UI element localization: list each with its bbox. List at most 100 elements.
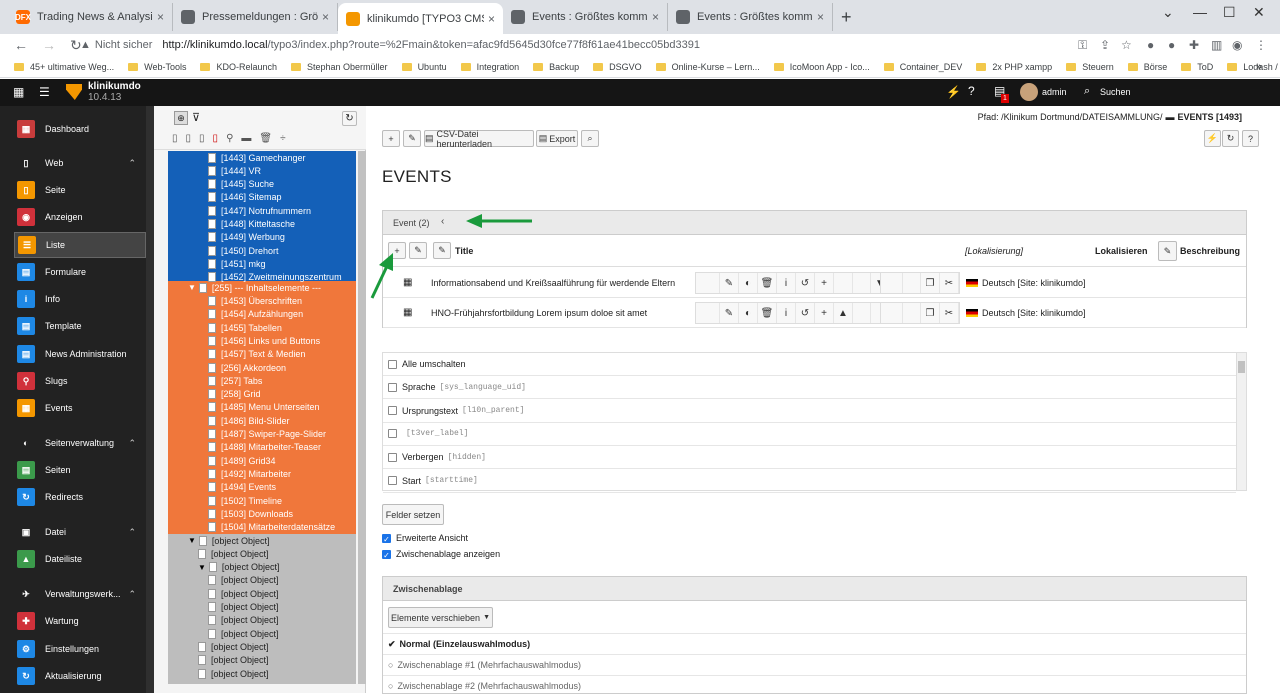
new-tab-icon[interactable]: +	[841, 7, 852, 28]
chevron-down-icon[interactable]: ⌄	[1162, 4, 1174, 21]
toggle-visibility-icon[interactable]: ◐	[739, 303, 758, 323]
module-news-administration[interactable]: ▤ News Administration	[0, 341, 154, 367]
expand-down-icon[interactable]: ▼	[188, 536, 196, 545]
reload-button[interactable]: ↻	[1222, 130, 1239, 147]
checkbox[interactable]	[388, 359, 397, 369]
tree-node[interactable]: [1487] Swiper-Page-Slider	[208, 428, 326, 441]
move-icon[interactable]	[834, 273, 853, 293]
tree-node[interactable]: [object Object]	[208, 587, 279, 600]
edit-description-icon[interactable]: ✎	[1158, 241, 1177, 261]
tree-node[interactable]: [1455] Tabellen	[208, 321, 282, 334]
module-datei[interactable]: ▣ Datei ⌃	[0, 519, 154, 545]
close-tab-icon[interactable]: ×	[817, 10, 824, 24]
row-title[interactable]: HNO-Frühjahrsfortbildung Lorem ipsum dol…	[431, 308, 647, 318]
move-icon[interactable]: ▲	[834, 303, 853, 323]
bookmark-item[interactable]: Container_DEV	[883, 62, 962, 72]
module-dashboard[interactable]: ▦ Dashboard	[0, 116, 154, 142]
checkbox[interactable]	[388, 429, 397, 439]
tree-node[interactable]: [1492] Mitarbeiter	[208, 467, 291, 480]
tree-node[interactable]: [1446] Sitemap	[208, 191, 282, 204]
bookmark-star-icon[interactable]: ☆	[1121, 38, 1132, 52]
expand-down-icon[interactable]: ▼	[188, 283, 196, 292]
module-seiten[interactable]: ▤ Seiten	[0, 457, 154, 483]
trash-icon[interactable]: 🗑	[758, 303, 777, 323]
checkbox-checked[interactable]: ✓	[382, 549, 391, 560]
menu-dots-icon[interactable]: ⋮	[1255, 38, 1267, 52]
checkbox[interactable]	[388, 476, 397, 485]
copy-icon[interactable]: ❐	[921, 303, 940, 323]
trash-icon[interactable]: 🗑	[758, 273, 777, 293]
module-redirects[interactable]: ↻ Redirects	[0, 484, 154, 510]
sidepanel-icon[interactable]: ▥	[1211, 38, 1222, 52]
tree-node[interactable]: [object Object]	[198, 640, 269, 653]
module-anzeigen[interactable]: ◉ Anzeigen	[0, 204, 154, 230]
tree-node[interactable]: [1485] Menu Unterseiten	[208, 401, 320, 414]
close-tab-icon[interactable]: ×	[488, 12, 495, 26]
edit-icon[interactable]: ✎	[720, 273, 739, 293]
module-liste[interactable]: ☰ Liste	[14, 232, 146, 258]
tree-node[interactable]: [object Object]	[198, 667, 269, 680]
tree-node[interactable]: [1443] Gamechanger	[208, 151, 306, 164]
flash-icon[interactable]: ⚡	[946, 85, 961, 99]
set-fields-button[interactable]: Felder setzen	[382, 504, 444, 525]
tree-node[interactable]: [1450] Drehort	[208, 244, 279, 257]
user-name[interactable]: admin	[1042, 87, 1067, 97]
bookmark-item[interactable]: Ubuntu	[401, 62, 447, 72]
page-remove-icon[interactable]: ▯	[213, 133, 219, 144]
close-tab-icon[interactable]: ×	[652, 10, 659, 24]
module-info[interactable]: i Info	[0, 286, 154, 312]
module-web[interactable]: ▯ Web ⌃	[0, 150, 154, 176]
checkbox[interactable]	[388, 406, 397, 416]
browser-tab[interactable]: Events : Größtes kommunales Kra ×	[503, 3, 668, 31]
tree-node[interactable]: [257] Tabs	[208, 374, 262, 387]
tree-node[interactable]: [1447] Notrufnummern	[208, 204, 311, 217]
module-wartung[interactable]: ✚ Wartung	[0, 608, 154, 634]
tree-node[interactable]: [object Object]	[208, 627, 279, 640]
tree-node[interactable]: [1494] Events	[208, 481, 276, 494]
browser-tab[interactable]: DFX Trading News & Analysis for Forex ×	[8, 3, 173, 31]
history-icon[interactable]: ↺	[796, 303, 815, 323]
avatar[interactable]	[1020, 83, 1038, 101]
field-option[interactable]: Start [starttime]	[383, 470, 1236, 493]
chevron-up-icon[interactable]: ⌃	[128, 589, 136, 600]
toggle-visibility-icon[interactable]: ◐	[739, 273, 758, 293]
tree-node[interactable]: [1454] Aufzählungen	[208, 308, 303, 321]
bookmark-item[interactable]: Stephan Obermüller	[291, 62, 388, 72]
close-tab-icon[interactable]: ×	[322, 10, 329, 24]
help-button[interactable]: ?	[1242, 130, 1259, 147]
folder-icon[interactable]: ▬	[241, 133, 251, 144]
extension-icon[interactable]: ●	[1147, 38, 1154, 52]
page-user-icon[interactable]: ▯	[186, 133, 192, 144]
bookmark-item[interactable]: ToD	[1181, 62, 1213, 72]
module-template[interactable]: ▤ Template	[0, 313, 154, 339]
module-aktualisierung[interactable]: ↻ Aktualisierung	[0, 663, 154, 689]
page-icon[interactable]: ▯	[172, 133, 178, 144]
tree-node[interactable]: [object Object]	[208, 601, 279, 614]
clipboard-view-option[interactable]: ✓ Zwischenablage anzeigen	[382, 549, 500, 560]
list-toggle-icon[interactable]: ☰	[39, 85, 50, 99]
page-link-icon[interactable]: ▯	[199, 133, 205, 144]
tree-scrollbar[interactable]	[358, 151, 366, 684]
module-einstellungen[interactable]: ⚙ Einstellungen	[0, 636, 154, 662]
bookmark-item[interactable]: Börse	[1127, 62, 1167, 72]
checkbox-checked[interactable]: ✓	[382, 533, 391, 544]
tree-node[interactable]: [object Object]	[198, 547, 269, 560]
info-icon[interactable]: i	[777, 273, 796, 293]
profile-icon[interactable]: ◉	[1232, 38, 1242, 52]
tree-node[interactable]: [1488] Mitarbeiter-Teaser	[208, 441, 321, 454]
field-option[interactable]: [t3ver_label]	[383, 423, 1236, 446]
module-scrollbar[interactable]	[146, 106, 154, 693]
edit-column-title-icon[interactable]: ✎	[433, 242, 451, 259]
move-elements-select[interactable]: Elemente verschieben ▼	[388, 607, 493, 628]
tree-node[interactable]: [1503] Downloads	[208, 507, 293, 520]
expand-down-icon[interactable]: ▼	[198, 563, 206, 572]
clipboard-mode[interactable]: ✔ Normal (Einzelauswahlmodus)	[383, 633, 1246, 654]
chevron-up-icon[interactable]: ⌃	[128, 438, 136, 449]
bookmark-item[interactable]: IcoMoon App - Ico...	[773, 62, 870, 72]
tree-node[interactable]: [1489] Grid34	[208, 454, 276, 467]
history-icon[interactable]: ↺	[796, 273, 815, 293]
browser-tab[interactable]: Events : Größtes kommunales Kra ×	[668, 3, 833, 31]
tree-node[interactable]: [1445] Suche	[208, 178, 274, 191]
tree-node[interactable]: ▼ [object Object]	[198, 561, 279, 574]
close-window-icon[interactable]: ✕	[1253, 4, 1265, 21]
